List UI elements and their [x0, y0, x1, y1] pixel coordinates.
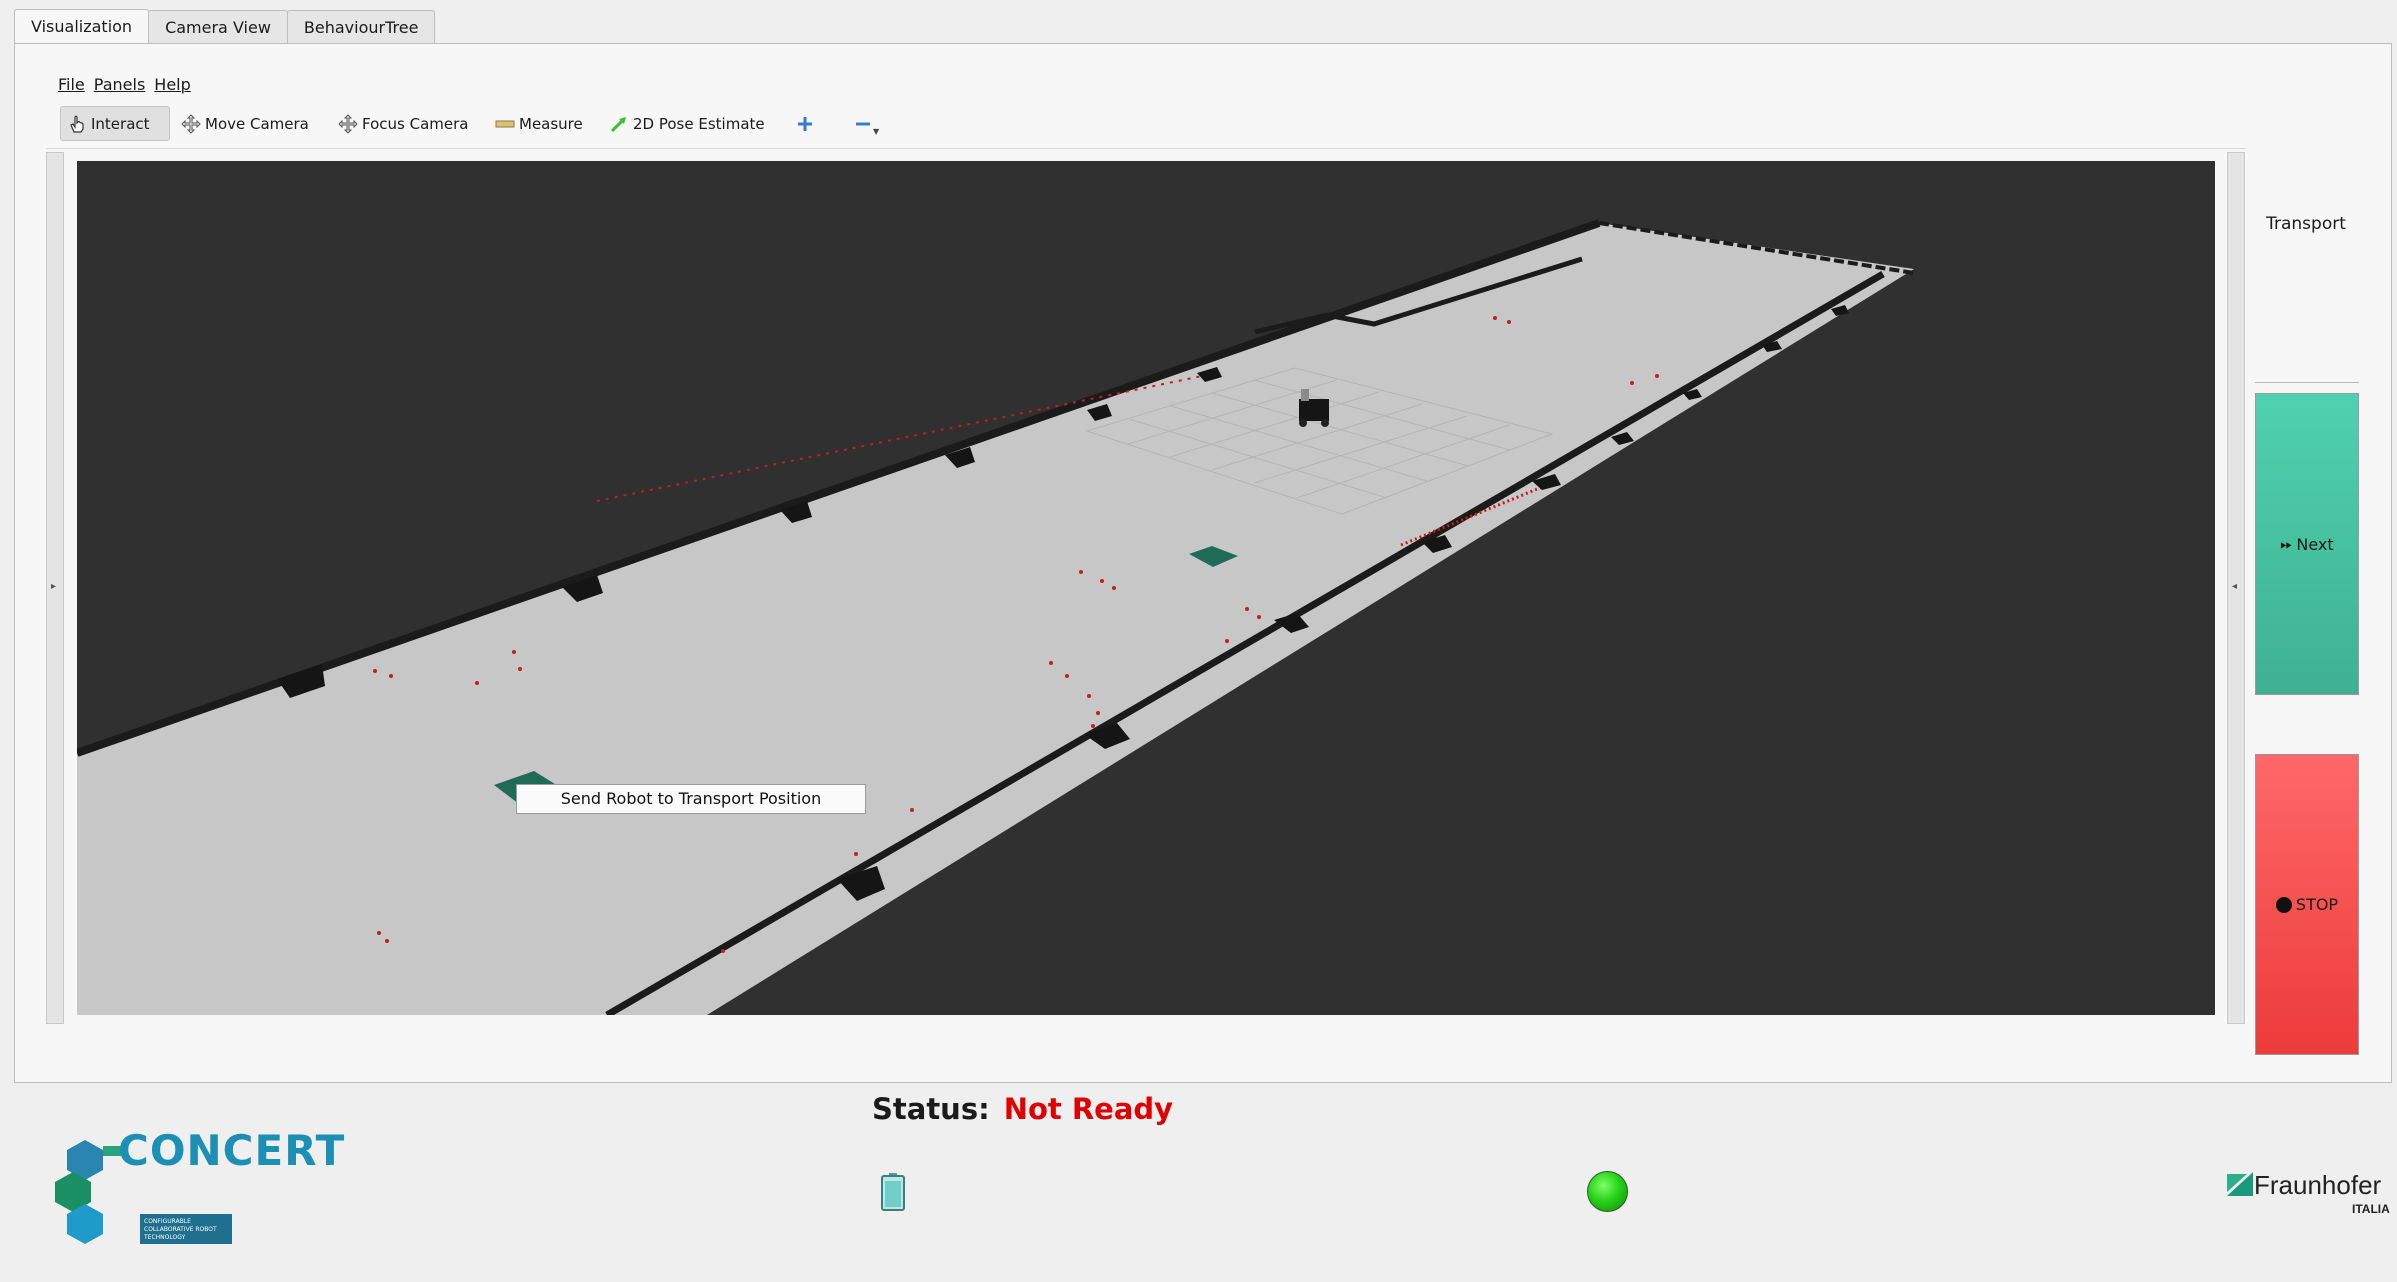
map-floor — [77, 223, 1914, 1015]
fast-forward-icon: ⏩︎ — [2280, 535, 2293, 553]
next-button-label: Next — [2296, 534, 2334, 554]
concert-word: CONCERT — [118, 1126, 346, 1175]
left-panel-collapse-handle[interactable]: ▸ — [46, 152, 64, 1024]
measure-label: Measure — [519, 114, 583, 133]
send-robot-context-menu-item[interactable]: Send Robot to Transport Position — [516, 784, 866, 814]
menu-panels[interactable]: Panels — [94, 72, 146, 98]
move-camera-button[interactable]: Move Camera — [174, 106, 316, 141]
map-scene — [77, 219, 1915, 1015]
status-value: Not Ready — [1003, 1092, 1174, 1126]
stop-button-label: STOP — [2295, 895, 2339, 914]
move-arrows-icon — [181, 113, 201, 134]
move-camera-label: Move Camera — [205, 114, 309, 133]
hand-pointer-icon — [67, 114, 87, 134]
tab-bar: Visualization Camera View BehaviourTree — [14, 9, 436, 44]
focus-camera-button[interactable]: Focus Camera — [331, 106, 475, 141]
rviz-3d-viewport[interactable]: Send Robot to Transport Position — [77, 161, 2215, 1015]
ruler-icon — [495, 114, 515, 134]
chevron-left-icon: ◂ — [2232, 581, 2238, 592]
stop-button[interactable]: STOP — [2255, 754, 2359, 1055]
green-arrow-icon — [609, 114, 629, 134]
robot-status: Status: Not Ready — [872, 1092, 1173, 1126]
transport-panel-title: Transport — [2266, 214, 2346, 234]
focus-camera-label: Focus Camera — [362, 114, 469, 133]
stop-icon — [2275, 896, 2292, 913]
concert-tagline: CONFIGURABLE COLLABORATIVE ROBOT TECHNOL… — [140, 1214, 232, 1244]
dropdown-arrow-icon: ▼ — [873, 127, 880, 136]
interact-label: Interact — [91, 114, 150, 133]
connection-status-led — [1587, 1171, 1628, 1212]
remove-tool-button[interactable]: ▼ — [846, 106, 884, 141]
tool-toolbar: Interact Move Camera Focus Camera Measur… — [46, 100, 2246, 149]
tab-camera-view[interactable]: Camera View — [148, 10, 288, 43]
tab-behaviour-tree[interactable]: BehaviourTree — [286, 10, 436, 43]
side-panel-separator — [2255, 382, 2359, 383]
menubar: File Panels Help — [42, 72, 200, 98]
focus-target-icon — [338, 113, 358, 134]
status-label: Status: — [872, 1092, 990, 1126]
tab-visualization[interactable]: Visualization — [14, 9, 150, 44]
chevron-right-icon: ▸ — [51, 581, 57, 592]
concert-logo-text: CONCERT CONFIGURABLE COLLABORATIVE ROBOT… — [118, 1130, 344, 1255]
plus-icon — [795, 114, 815, 134]
minus-icon — [853, 114, 873, 134]
pose-estimate-label: 2D Pose Estimate — [633, 114, 765, 133]
fraunhofer-mark-icon — [2227, 1172, 2253, 1196]
fraunhofer-sub: ITALIA — [2352, 1202, 2390, 1216]
menu-help[interactable]: Help — [154, 72, 190, 98]
next-button[interactable]: ⏩︎ Next — [2255, 393, 2359, 695]
menu-file[interactable]: File — [58, 72, 85, 98]
add-tool-button[interactable] — [788, 106, 826, 141]
measure-button[interactable]: Measure — [488, 106, 590, 141]
pose-estimate-button[interactable]: 2D Pose Estimate — [602, 106, 772, 141]
right-panel-collapse-handle[interactable]: ◂ — [2227, 152, 2245, 1024]
interact-tool-button[interactable]: Interact — [60, 106, 170, 141]
fraunhofer-name: Fraunhofer — [2254, 1170, 2382, 1200]
battery-icon — [880, 1172, 906, 1212]
